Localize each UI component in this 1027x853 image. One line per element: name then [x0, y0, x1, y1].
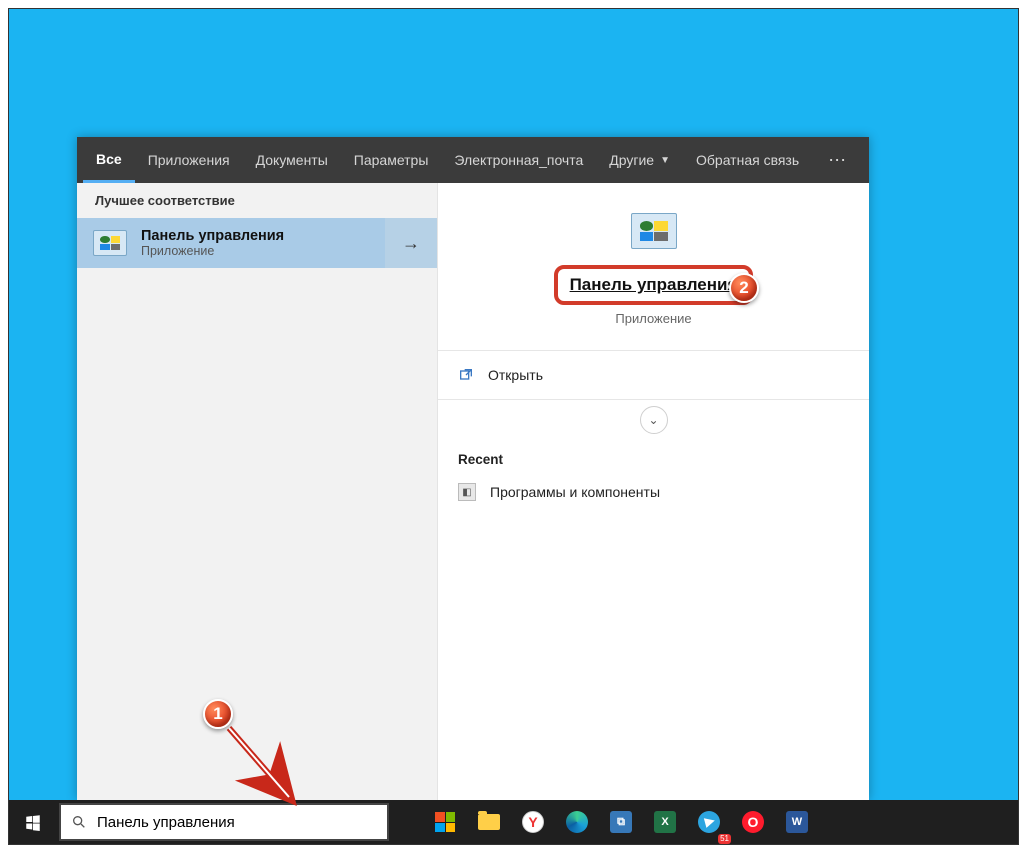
search-input[interactable]: [97, 814, 377, 831]
windows-logo-icon: [24, 813, 42, 831]
ms-store-icon: [435, 812, 455, 832]
search-filter-tabs: Все Приложения Документы Параметры Элект…: [77, 137, 869, 183]
chevron-down-icon: ⌄: [648, 413, 658, 427]
recent-header: Recent: [438, 440, 869, 475]
search-icon: [71, 814, 87, 830]
control-panel-icon: [93, 230, 127, 256]
recent-item-label: Программы и компоненты: [490, 484, 660, 500]
best-match-expand-button[interactable]: →: [385, 218, 437, 268]
tab-more[interactable]: Другие ▼: [596, 137, 683, 183]
result-preview-pane: Панель управления Приложение Открыть ⌄ R…: [437, 183, 869, 800]
task-file-explorer[interactable]: [469, 802, 509, 842]
yandex-icon: Y: [522, 811, 544, 833]
task-microsoft-store[interactable]: [425, 802, 465, 842]
preview-subtitle: Приложение: [615, 311, 691, 326]
tab-feedback[interactable]: Обратная связь: [683, 137, 812, 183]
open-action[interactable]: Открыть: [438, 351, 869, 400]
word-icon: W: [786, 811, 808, 833]
results-list: Лучшее соответствие Панель управления Пр…: [77, 183, 437, 800]
best-match-row: Панель управления Приложение →: [77, 218, 437, 268]
more-options-button[interactable]: ⋯: [812, 150, 864, 171]
programs-features-icon: ◧: [458, 483, 476, 501]
arrow-right-icon: →: [402, 233, 420, 254]
task-yandex[interactable]: Y: [513, 802, 553, 842]
best-match-header: Лучшее соответствие: [77, 183, 437, 218]
tab-email[interactable]: Электронная_почта: [441, 137, 596, 183]
annotation-callout-2: 2: [729, 273, 759, 303]
taskbar-pinned-apps: Y ⧉ X 51 O W: [425, 802, 817, 842]
generic-app-icon: ⧉: [610, 811, 632, 833]
best-match-subtitle: Приложение: [141, 244, 284, 258]
task-telegram[interactable]: 51: [689, 802, 729, 842]
preview-title[interactable]: Панель управления: [554, 265, 754, 305]
notification-badge: 51: [718, 834, 731, 844]
tab-apps[interactable]: Приложения: [135, 137, 243, 183]
taskbar: Y ⧉ X 51 O W: [9, 800, 1018, 844]
search-results-panel: Все Приложения Документы Параметры Элект…: [77, 137, 869, 800]
recent-item[interactable]: ◧ Программы и компоненты: [438, 475, 869, 509]
best-match-title: Панель управления: [141, 228, 284, 244]
preview-app-icon: [631, 213, 677, 249]
annotation-arrow-1: [219, 722, 309, 812]
task-opera[interactable]: O: [733, 802, 773, 842]
tab-more-label: Другие: [609, 152, 654, 168]
annotation-callout-1: 1: [203, 699, 233, 729]
task-word[interactable]: W: [777, 802, 817, 842]
excel-icon: X: [654, 811, 676, 833]
start-button[interactable]: [9, 800, 57, 844]
task-edge[interactable]: [557, 802, 597, 842]
task-app-generic[interactable]: ⧉: [601, 802, 641, 842]
open-label: Открыть: [488, 367, 543, 383]
telegram-icon: [698, 811, 720, 833]
tab-all[interactable]: Все: [83, 137, 135, 183]
tab-documents[interactable]: Документы: [243, 137, 341, 183]
edge-icon: [566, 811, 588, 833]
expand-actions-button[interactable]: ⌄: [640, 406, 668, 434]
opera-icon: O: [742, 811, 764, 833]
folder-icon: [478, 814, 500, 830]
screenshot-frame: Все Приложения Документы Параметры Элект…: [8, 8, 1019, 845]
tab-settings[interactable]: Параметры: [341, 137, 442, 183]
task-excel[interactable]: X: [645, 802, 685, 842]
chevron-down-icon: ▼: [660, 155, 670, 166]
open-icon: [458, 367, 474, 383]
best-match-item[interactable]: Панель управления Приложение: [77, 218, 385, 268]
